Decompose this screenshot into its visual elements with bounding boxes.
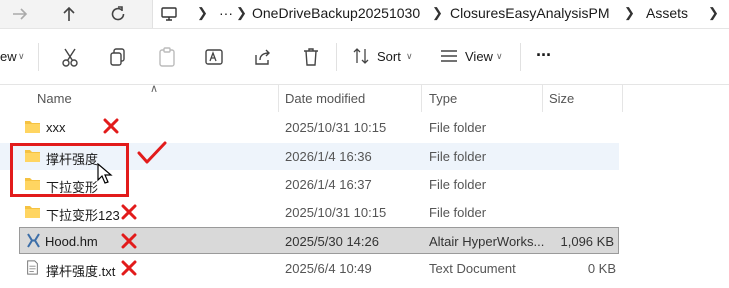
chevron-right-icon: ❯ bbox=[624, 5, 635, 20]
toolbar-divider bbox=[38, 43, 39, 71]
chevron-right-icon: ❯ bbox=[197, 5, 208, 20]
cut-icon[interactable] bbox=[60, 46, 80, 68]
view-button[interactable]: View ∨ bbox=[440, 46, 510, 68]
address-box[interactable]: ❯ ··· ❯ OneDriveBackup20251030 ❯ Closure… bbox=[152, 0, 729, 28]
text-file-icon bbox=[27, 260, 38, 275]
file-date: 2026/1/4 16:36 bbox=[285, 149, 372, 164]
file-type: File folder bbox=[429, 177, 487, 192]
computer-icon bbox=[161, 7, 177, 21]
red-cross-mark-icon bbox=[121, 233, 137, 249]
forward-arrow-icon[interactable] bbox=[10, 4, 30, 24]
address-bar: ❯ ··· ❯ OneDriveBackup20251030 ❯ Closure… bbox=[0, 0, 729, 29]
view-label: View bbox=[465, 49, 493, 64]
red-cross-mark-icon bbox=[103, 118, 119, 134]
chevron-down-icon: ∨ bbox=[18, 51, 25, 61]
breadcrumb-more[interactable]: ··· bbox=[219, 5, 233, 21]
column-divider[interactable] bbox=[622, 84, 623, 112]
file-type: File folder bbox=[429, 120, 487, 135]
chevron-right-icon: ❯ bbox=[708, 5, 719, 20]
breadcrumb-onedrive-backup[interactable]: OneDriveBackup20251030 bbox=[252, 5, 420, 21]
file-row-selected[interactable]: Hood.hm 2025/5/30 14:26 Altair HyperWork… bbox=[19, 227, 619, 254]
file-size: 0 KB bbox=[587, 261, 616, 276]
mouse-cursor-icon bbox=[97, 163, 113, 184]
new-button-label: ew bbox=[0, 49, 17, 64]
red-cross-mark-icon bbox=[121, 260, 137, 276]
file-size: 1,096 KB bbox=[560, 234, 615, 249]
toolbar-divider bbox=[520, 43, 521, 71]
column-header-type[interactable]: Type bbox=[429, 91, 457, 106]
column-header-row: Name ∧ Date modified Type Size bbox=[0, 83, 729, 112]
column-divider[interactable] bbox=[278, 84, 279, 112]
new-button[interactable]: ew ∨ bbox=[0, 46, 28, 68]
command-bar: ew ∨ Sort ∨ View ∨ ··· bbox=[0, 29, 729, 85]
toolbar-divider bbox=[336, 43, 337, 71]
column-divider[interactable] bbox=[542, 84, 543, 112]
breadcrumb-closures[interactable]: ClosuresEasyAnalysisPM bbox=[450, 5, 610, 21]
hyperworks-file-icon bbox=[27, 233, 40, 248]
file-type: File folder bbox=[429, 149, 487, 164]
folder-icon bbox=[25, 121, 40, 133]
file-name: 下拉变形123 bbox=[46, 208, 120, 223]
delete-icon[interactable] bbox=[301, 46, 321, 68]
file-date: 2025/5/30 14:26 bbox=[285, 234, 379, 249]
file-date: 2025/6/4 10:49 bbox=[285, 261, 372, 276]
file-date: 2026/1/4 16:37 bbox=[285, 177, 372, 192]
file-type: File folder bbox=[429, 205, 487, 220]
paste-icon[interactable] bbox=[157, 46, 177, 68]
red-check-mark-icon bbox=[137, 141, 167, 164]
sort-button[interactable]: Sort ∨ bbox=[352, 46, 413, 68]
sort-ascending-icon: ∧ bbox=[150, 83, 159, 95]
chevron-down-icon: ∨ bbox=[406, 51, 413, 61]
file-name: 撑杆强度.txt bbox=[46, 264, 116, 279]
file-name: xxx bbox=[46, 120, 66, 135]
copy-icon[interactable] bbox=[108, 46, 128, 68]
sort-label: Sort bbox=[377, 49, 401, 64]
chevron-right-icon: ❯ bbox=[236, 5, 247, 20]
column-header-name[interactable]: Name bbox=[37, 91, 72, 106]
file-date: 2025/10/31 10:15 bbox=[285, 205, 387, 220]
file-type: Text Document bbox=[429, 261, 516, 276]
share-icon[interactable] bbox=[253, 46, 273, 68]
more-icon: ··· bbox=[536, 45, 552, 65]
file-name: Hood.hm bbox=[45, 234, 98, 249]
breadcrumb-assets[interactable]: Assets bbox=[646, 5, 688, 21]
rename-icon[interactable] bbox=[204, 46, 224, 68]
chevron-right-icon: ❯ bbox=[432, 5, 443, 20]
red-cross-mark-icon bbox=[121, 204, 137, 220]
view-list-icon bbox=[441, 50, 457, 62]
more-options-button[interactable]: ··· bbox=[536, 45, 560, 68]
file-date: 2025/10/31 10:15 bbox=[285, 120, 387, 135]
refresh-icon[interactable] bbox=[108, 4, 128, 24]
column-header-date-modified[interactable]: Date modified bbox=[285, 91, 365, 106]
column-header-size[interactable]: Size bbox=[549, 91, 574, 106]
file-type: Altair HyperWorks... bbox=[429, 234, 545, 249]
file-row[interactable]: 撑杆强度.txt 2025/6/4 10:49 Text Document 0 … bbox=[0, 255, 729, 282]
up-arrow-icon[interactable] bbox=[59, 4, 79, 24]
file-row[interactable]: 下拉变形123 2025/10/31 10:15 File folder bbox=[0, 199, 729, 226]
folder-icon bbox=[25, 206, 40, 218]
sort-icon bbox=[353, 48, 369, 64]
chevron-down-icon: ∨ bbox=[496, 51, 503, 61]
column-divider[interactable] bbox=[421, 84, 422, 112]
